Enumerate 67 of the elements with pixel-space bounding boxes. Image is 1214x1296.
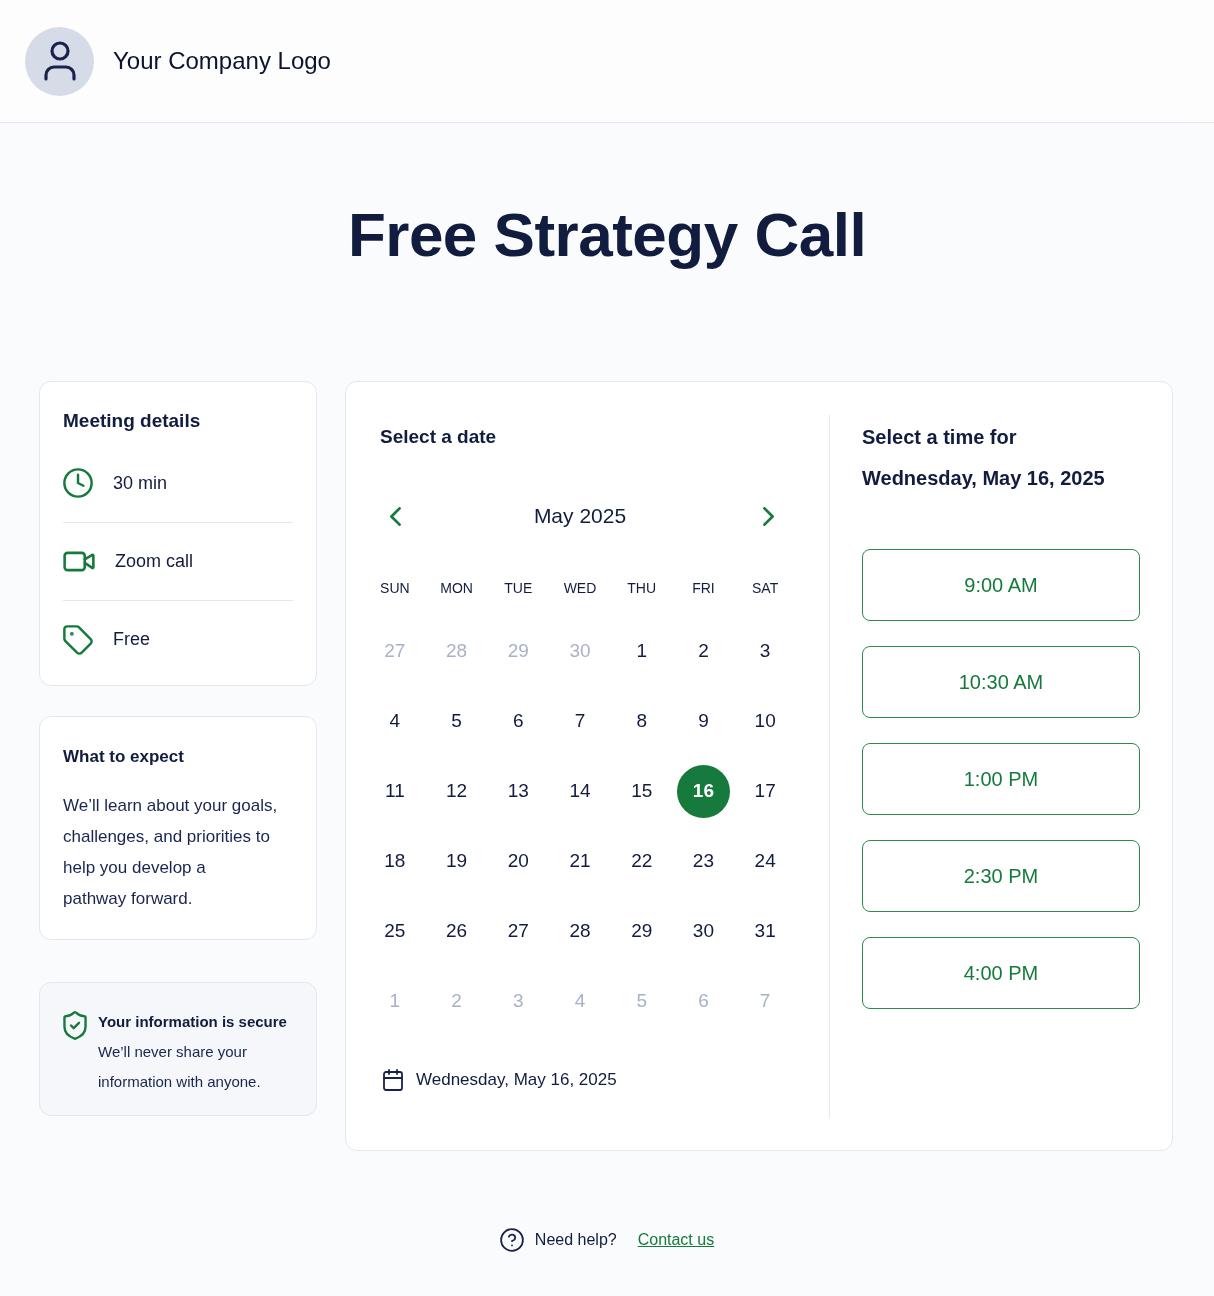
contact-link[interactable]: Contact us bbox=[637, 1228, 715, 1252]
calendar-day[interactable]: 31 bbox=[738, 904, 792, 958]
calendar-day[interactable]: 15 bbox=[615, 764, 669, 818]
calendar-day[interactable]: 14 bbox=[553, 764, 607, 818]
calendar-day[interactable]: 10 bbox=[738, 694, 792, 748]
calendar-day[interactable]: 17 bbox=[738, 764, 792, 818]
shield-check-icon bbox=[63, 1011, 87, 1040]
calendar-day[interactable]: 29 bbox=[615, 904, 669, 958]
calendar-day[interactable]: 30 bbox=[676, 904, 730, 958]
card-heading: Meeting details bbox=[63, 409, 201, 433]
calendar-day[interactable]: 13 bbox=[491, 764, 545, 818]
calendar-day[interactable]: 11 bbox=[368, 764, 422, 818]
chevron-right-icon bbox=[763, 506, 775, 526]
calendar-day[interactable]: 7 bbox=[553, 694, 607, 748]
time-slot-button[interactable]: 4:00 PM bbox=[862, 937, 1140, 1009]
calendar-day[interactable]: 2 bbox=[676, 624, 730, 678]
time-selection-date: Wednesday, May 16, 2025 bbox=[862, 466, 1105, 491]
weekday-label: MON bbox=[440, 578, 473, 598]
selected-date-text: Wednesday, May 16, 2025 bbox=[416, 1069, 617, 1091]
calendar-day[interactable]: 12 bbox=[430, 764, 484, 818]
security-note-title: Your information is secure bbox=[98, 1012, 287, 1032]
calendar-day[interactable]: 24 bbox=[738, 834, 792, 888]
tag-icon bbox=[63, 624, 93, 655]
video-camera-icon bbox=[63, 550, 95, 573]
calendar-day[interactable]: 21 bbox=[553, 834, 607, 888]
time-slot-button[interactable]: 9:00 AM bbox=[862, 549, 1140, 621]
weekday-label: TUE bbox=[504, 578, 533, 598]
calendar-day[interactable]: 26 bbox=[430, 904, 484, 958]
card-heading: What to expect bbox=[63, 746, 184, 768]
calendar-day[interactable]: 27 bbox=[491, 904, 545, 958]
section-heading: Select a date bbox=[380, 425, 497, 449]
calendar-day[interactable]: 28 bbox=[553, 904, 607, 958]
month-label: May 2025 bbox=[533, 503, 627, 530]
meeting-detail-text: Free bbox=[113, 628, 150, 651]
help-text: Need help? bbox=[534, 1230, 617, 1250]
chevron-left-icon bbox=[389, 506, 401, 526]
calendar-day[interactable]: 8 bbox=[615, 694, 669, 748]
weekday-label: SUN bbox=[380, 578, 410, 598]
calendar-day[interactable]: 5 bbox=[430, 694, 484, 748]
calendar-day[interactable]: 9 bbox=[676, 694, 730, 748]
calendar-day[interactable]: 18 bbox=[368, 834, 422, 888]
expectation-paragraph: We’ll learn about your goals, challenges, and priorities to help you develop a pathway forward. bbox=[63, 795, 278, 910]
calendar-day[interactable]: 22 bbox=[615, 834, 669, 888]
calendar-day[interactable]: 16 bbox=[676, 764, 730, 818]
calendar-day[interactable]: 1 bbox=[615, 624, 669, 678]
calendar-day[interactable]: 19 bbox=[430, 834, 484, 888]
calendar-day[interactable]: 25 bbox=[368, 904, 422, 958]
time-slot-button[interactable]: 10:30 AM bbox=[862, 646, 1140, 718]
company-logo-text: Your Company Logo bbox=[113, 46, 331, 76]
meeting-detail-text: 30 min bbox=[113, 471, 168, 495]
calendar-day[interactable]: 4 bbox=[368, 694, 422, 748]
weekday-label: SAT bbox=[752, 578, 779, 598]
calendar-day[interactable]: 3 bbox=[738, 624, 792, 678]
weekday-label: THU bbox=[627, 578, 657, 598]
calendar-day[interactable]: 23 bbox=[676, 834, 730, 888]
calendar-icon bbox=[383, 1069, 403, 1091]
clock-icon bbox=[63, 468, 93, 498]
help-icon bbox=[499, 1228, 524, 1252]
time-slot-button[interactable]: 2:30 PM bbox=[862, 840, 1140, 912]
time-slot-button[interactable]: 1:00 PM bbox=[862, 743, 1140, 815]
calendar-day[interactable]: 20 bbox=[491, 834, 545, 888]
meeting-detail-text: Zoom call bbox=[115, 550, 194, 573]
weekday-label: WED bbox=[563, 578, 597, 598]
section-heading: Select a time for bbox=[862, 425, 1017, 450]
calendar-day[interactable]: 6 bbox=[491, 694, 545, 748]
security-note-text: We’ll never share your information with anyone. bbox=[98, 1042, 262, 1092]
weekday-label: FRI bbox=[692, 578, 715, 598]
